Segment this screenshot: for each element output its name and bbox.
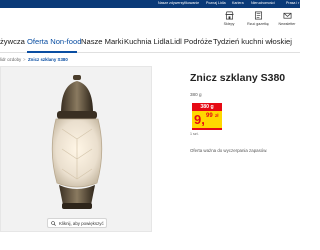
- topbar-link-3[interactable]: Kariera: [232, 1, 244, 5]
- price-integer: 9,: [194, 112, 205, 127]
- header-newsletter[interactable]: Newsletter: [276, 11, 298, 26]
- nav-item-non-food[interactable]: Oferta Non-food: [27, 37, 81, 46]
- nav-item-kitchen[interactable]: Kuchnia Lidla: [124, 37, 170, 46]
- topbar-link-1[interactable]: Nasze zdywersyfikowanie: [158, 1, 199, 5]
- price-box: 380 g 9, 99 zł: [192, 103, 222, 130]
- header-leaflet[interactable]: Rzuć gazetkę: [247, 11, 269, 26]
- breadcrumb-current: Znicz szklany S380: [28, 57, 68, 62]
- nav-item-food[interactable]: żywcza: [0, 37, 25, 46]
- nav-item-italian-week[interactable]: Tydzień kuchni włoskiej: [213, 37, 292, 46]
- header-stores[interactable]: Sklepy: [218, 11, 240, 26]
- magnifier-icon: [51, 221, 56, 226]
- nav-item-travel[interactable]: Lidl Podróże: [170, 37, 212, 46]
- header-stores-label: Sklepy: [223, 22, 235, 26]
- breadcrumb-previous[interactable]: lidr ozdoby: [0, 57, 21, 62]
- price-fraction: 99: [206, 113, 213, 119]
- zoom-button[interactable]: Kliknij, aby powiększyć: [47, 218, 107, 228]
- price-currency: zł: [215, 113, 219, 118]
- product-title: Znicz szklany S380: [190, 72, 286, 84]
- nav-item-brands[interactable]: Nasze Marki: [81, 37, 123, 46]
- nav-active-underline: [27, 51, 77, 53]
- site-header: Sklepy Rzuć gazetkę Newsletter: [0, 8, 300, 32]
- topbar-link-5[interactable]: Prasa i r: [286, 1, 299, 5]
- product-image-gallery[interactable]: [0, 66, 152, 232]
- header-leaflet-label: Rzuć gazetkę: [247, 22, 269, 26]
- product-weight: 380 g: [190, 92, 202, 97]
- zoom-label: Kliknij, aby powiększyć: [59, 221, 104, 226]
- top-utility-bar: Nasze zdywersyfikowanie Poznaj Lidla Kar…: [0, 0, 300, 8]
- mail-icon: [283, 12, 291, 19]
- store-icon: [224, 11, 234, 20]
- product-image: [51, 75, 103, 209]
- stock-note: Oferta ważna do wyczerpania zapasów.: [190, 148, 268, 153]
- price-tag: 380 g: [192, 103, 222, 111]
- category-nav: żywcza Oferta Non-food Nasze Marki Kuchn…: [0, 32, 300, 53]
- topbar-link-2[interactable]: Poznaj Lidla: [206, 1, 226, 5]
- topbar-link-4[interactable]: Nieruchomości: [251, 1, 275, 5]
- leaflet-icon: [254, 11, 262, 20]
- price-unit: 1 szt.: [190, 132, 199, 136]
- breadcrumb-separator: >: [23, 57, 26, 62]
- header-newsletter-label: Newsletter: [278, 22, 296, 26]
- price-main: 9, 99 zł: [192, 111, 222, 130]
